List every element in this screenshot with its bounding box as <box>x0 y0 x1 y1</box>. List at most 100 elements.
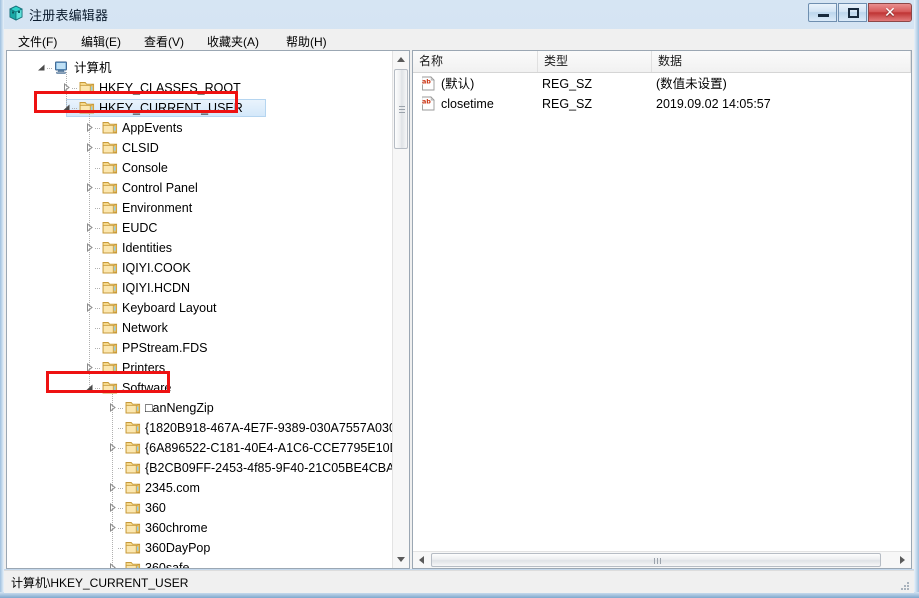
tree-node[interactable]: Control Panel <box>7 178 393 198</box>
tree-guide-stub <box>72 108 78 109</box>
registry-values-pane[interactable]: 名称 类型 数据 ab (默认) REG_SZ (数值未设置) ab closetime REG… <box>412 50 912 569</box>
tree-node-label: Console <box>122 161 168 175</box>
value-row[interactable]: ab closetime REG_SZ 2019.09.02 14:05:57 <box>413 94 911 114</box>
close-icon: ✕ <box>884 4 896 20</box>
tree-node[interactable]: CLSID <box>7 138 393 158</box>
tree-node[interactable]: EUDC <box>7 218 393 238</box>
tree-guide-stub <box>95 148 101 149</box>
menu-bar: 文件(F) 编辑(E) 查看(V) 收藏夹(A) 帮助(H) <box>4 29 914 51</box>
tree-vertical-scrollbar[interactable] <box>392 51 409 568</box>
tree-node-label: Environment <box>122 201 193 215</box>
tree-guide-stub <box>47 68 53 69</box>
tree-node[interactable]: 计算机 <box>7 58 393 78</box>
tree-node[interactable]: Environment <box>7 198 393 218</box>
tree-node[interactable]: HKEY_CLASSES_ROOT <box>7 78 393 98</box>
tree-node-label: Control Panel <box>122 181 198 195</box>
folder-icon <box>102 220 118 235</box>
minimize-icon <box>818 14 829 17</box>
tree-node-label: 360 <box>145 501 166 515</box>
tree-node-label: Network <box>122 321 168 335</box>
folder-icon <box>125 560 141 568</box>
resize-grip-icon[interactable] <box>898 579 910 591</box>
tree-guide-stub <box>95 308 101 309</box>
list-column-headers: 名称 类型 数据 <box>413 51 911 73</box>
tree-node[interactable]: Keyboard Layout <box>7 298 393 318</box>
folder-icon <box>102 160 118 175</box>
tree-node[interactable]: 360DayPop <box>7 538 393 558</box>
tree-node[interactable]: {6A896522-C181-40E4-A1C6-CCE7795E10D3} <box>7 438 393 458</box>
tree-guide-line <box>66 72 67 108</box>
maximize-restore-button[interactable] <box>838 3 867 22</box>
svg-text:ab: ab <box>422 98 431 106</box>
tree-node[interactable]: {1820B918-467A-4E7F-9389-030A7557A030} <box>7 418 393 438</box>
tree-guide-stub <box>95 128 101 129</box>
tree-node[interactable]: Network <box>7 318 393 338</box>
tree-node[interactable]: Software <box>7 378 393 398</box>
registry-tree-pane[interactable]: 计算机 HKEY_CLASSES_ROOT HKEY_CURRENT_USER App… <box>6 50 410 569</box>
tree-scrollbar-thumb[interactable] <box>394 69 408 149</box>
tree-node[interactable]: Identities <box>7 238 393 258</box>
tree-node-label: PPStream.FDS <box>122 341 208 355</box>
value-data: (数值未设置) <box>656 77 727 91</box>
tree-node[interactable]: HKEY_CURRENT_USER <box>7 98 393 118</box>
tree-guide-stub <box>95 328 101 329</box>
tree-node-label: HKEY_CURRENT_USER <box>99 101 243 115</box>
menu-item-0[interactable]: 文件(F) <box>14 32 61 51</box>
tree-guide-stub <box>95 248 101 249</box>
tree-node-label: HKEY_CLASSES_ROOT <box>99 81 241 95</box>
tree-node[interactable]: 360safe <box>7 558 393 568</box>
folder-icon <box>125 500 141 515</box>
tree-node[interactable]: AppEvents <box>7 118 393 138</box>
menu-item-1[interactable]: 编辑(E) <box>77 32 125 51</box>
tree-node-label: □anNengZip <box>145 401 214 415</box>
tree-node[interactable]: {B2CB09FF-2453-4f85-9F40-21C05BE4CBA8} <box>7 458 393 478</box>
menu-item-3[interactable]: 收藏夹(A) <box>203 32 263 51</box>
tree-node[interactable]: Printers <box>7 358 393 378</box>
tree-rows-container: 计算机 HKEY_CLASSES_ROOT HKEY_CURRENT_USER App… <box>7 51 393 568</box>
scroll-right-button[interactable] <box>894 552 911 568</box>
tree-guide-stub <box>118 408 124 409</box>
value-type: REG_SZ <box>542 97 593 111</box>
folder-icon <box>125 480 141 495</box>
tree-guide-stub <box>118 528 124 529</box>
column-header-2[interactable]: 数据 <box>652 51 911 72</box>
computer-icon <box>54 60 70 75</box>
folder-icon <box>102 240 118 255</box>
tree-node[interactable]: 360chrome <box>7 518 393 538</box>
list-horizontal-scrollbar[interactable] <box>413 551 911 568</box>
folder-icon <box>102 120 118 135</box>
tree-node[interactable]: Console <box>7 158 393 178</box>
tree-node[interactable]: PPStream.FDS <box>7 338 393 358</box>
tree-guide-line <box>89 112 90 388</box>
list-scrollbar-thumb[interactable] <box>431 553 881 567</box>
tree-guide-stub <box>95 268 101 269</box>
scroll-left-button[interactable] <box>413 552 430 568</box>
scroll-up-button[interactable] <box>393 51 409 68</box>
tree-node-label: {1820B918-467A-4E7F-9389-030A7557A030} <box>145 421 393 435</box>
tree-node[interactable]: IQIYI.COOK <box>7 258 393 278</box>
tree-node[interactable]: □anNengZip <box>7 398 393 418</box>
tree-node-label: {B2CB09FF-2453-4f85-9F40-21C05BE4CBA8} <box>145 461 393 475</box>
tree-node-label: 360safe <box>145 561 190 568</box>
folder-icon <box>102 260 118 275</box>
menu-item-2[interactable]: 查看(V) <box>140 32 188 51</box>
string-value-icon: ab <box>421 76 436 91</box>
menu-item-4[interactable]: 帮助(H) <box>282 32 331 51</box>
tree-guide-stub <box>95 388 101 389</box>
value-row[interactable]: ab (默认) REG_SZ (数值未设置) <box>413 74 911 94</box>
title-bar[interactable]: 注册表编辑器 ✕ <box>0 0 919 28</box>
tree-node[interactable]: IQIYI.HCDN <box>7 278 393 298</box>
tree-node[interactable]: 360 <box>7 498 393 518</box>
tree-node-label: 360chrome <box>145 521 208 535</box>
collapse-triangle-icon[interactable] <box>37 63 46 72</box>
close-button[interactable]: ✕ <box>868 3 912 22</box>
tree-node-label: IQIYI.COOK <box>122 261 191 275</box>
content-area: 计算机 HKEY_CLASSES_ROOT HKEY_CURRENT_USER App… <box>4 50 914 569</box>
column-header-0[interactable]: 名称 <box>413 51 538 72</box>
folder-icon <box>102 300 118 315</box>
column-header-1[interactable]: 类型 <box>538 51 652 72</box>
scroll-down-button[interactable] <box>393 551 409 568</box>
tree-node[interactable]: 2345.com <box>7 478 393 498</box>
tree-node-label: 360DayPop <box>145 541 211 555</box>
minimize-button[interactable] <box>808 3 837 22</box>
